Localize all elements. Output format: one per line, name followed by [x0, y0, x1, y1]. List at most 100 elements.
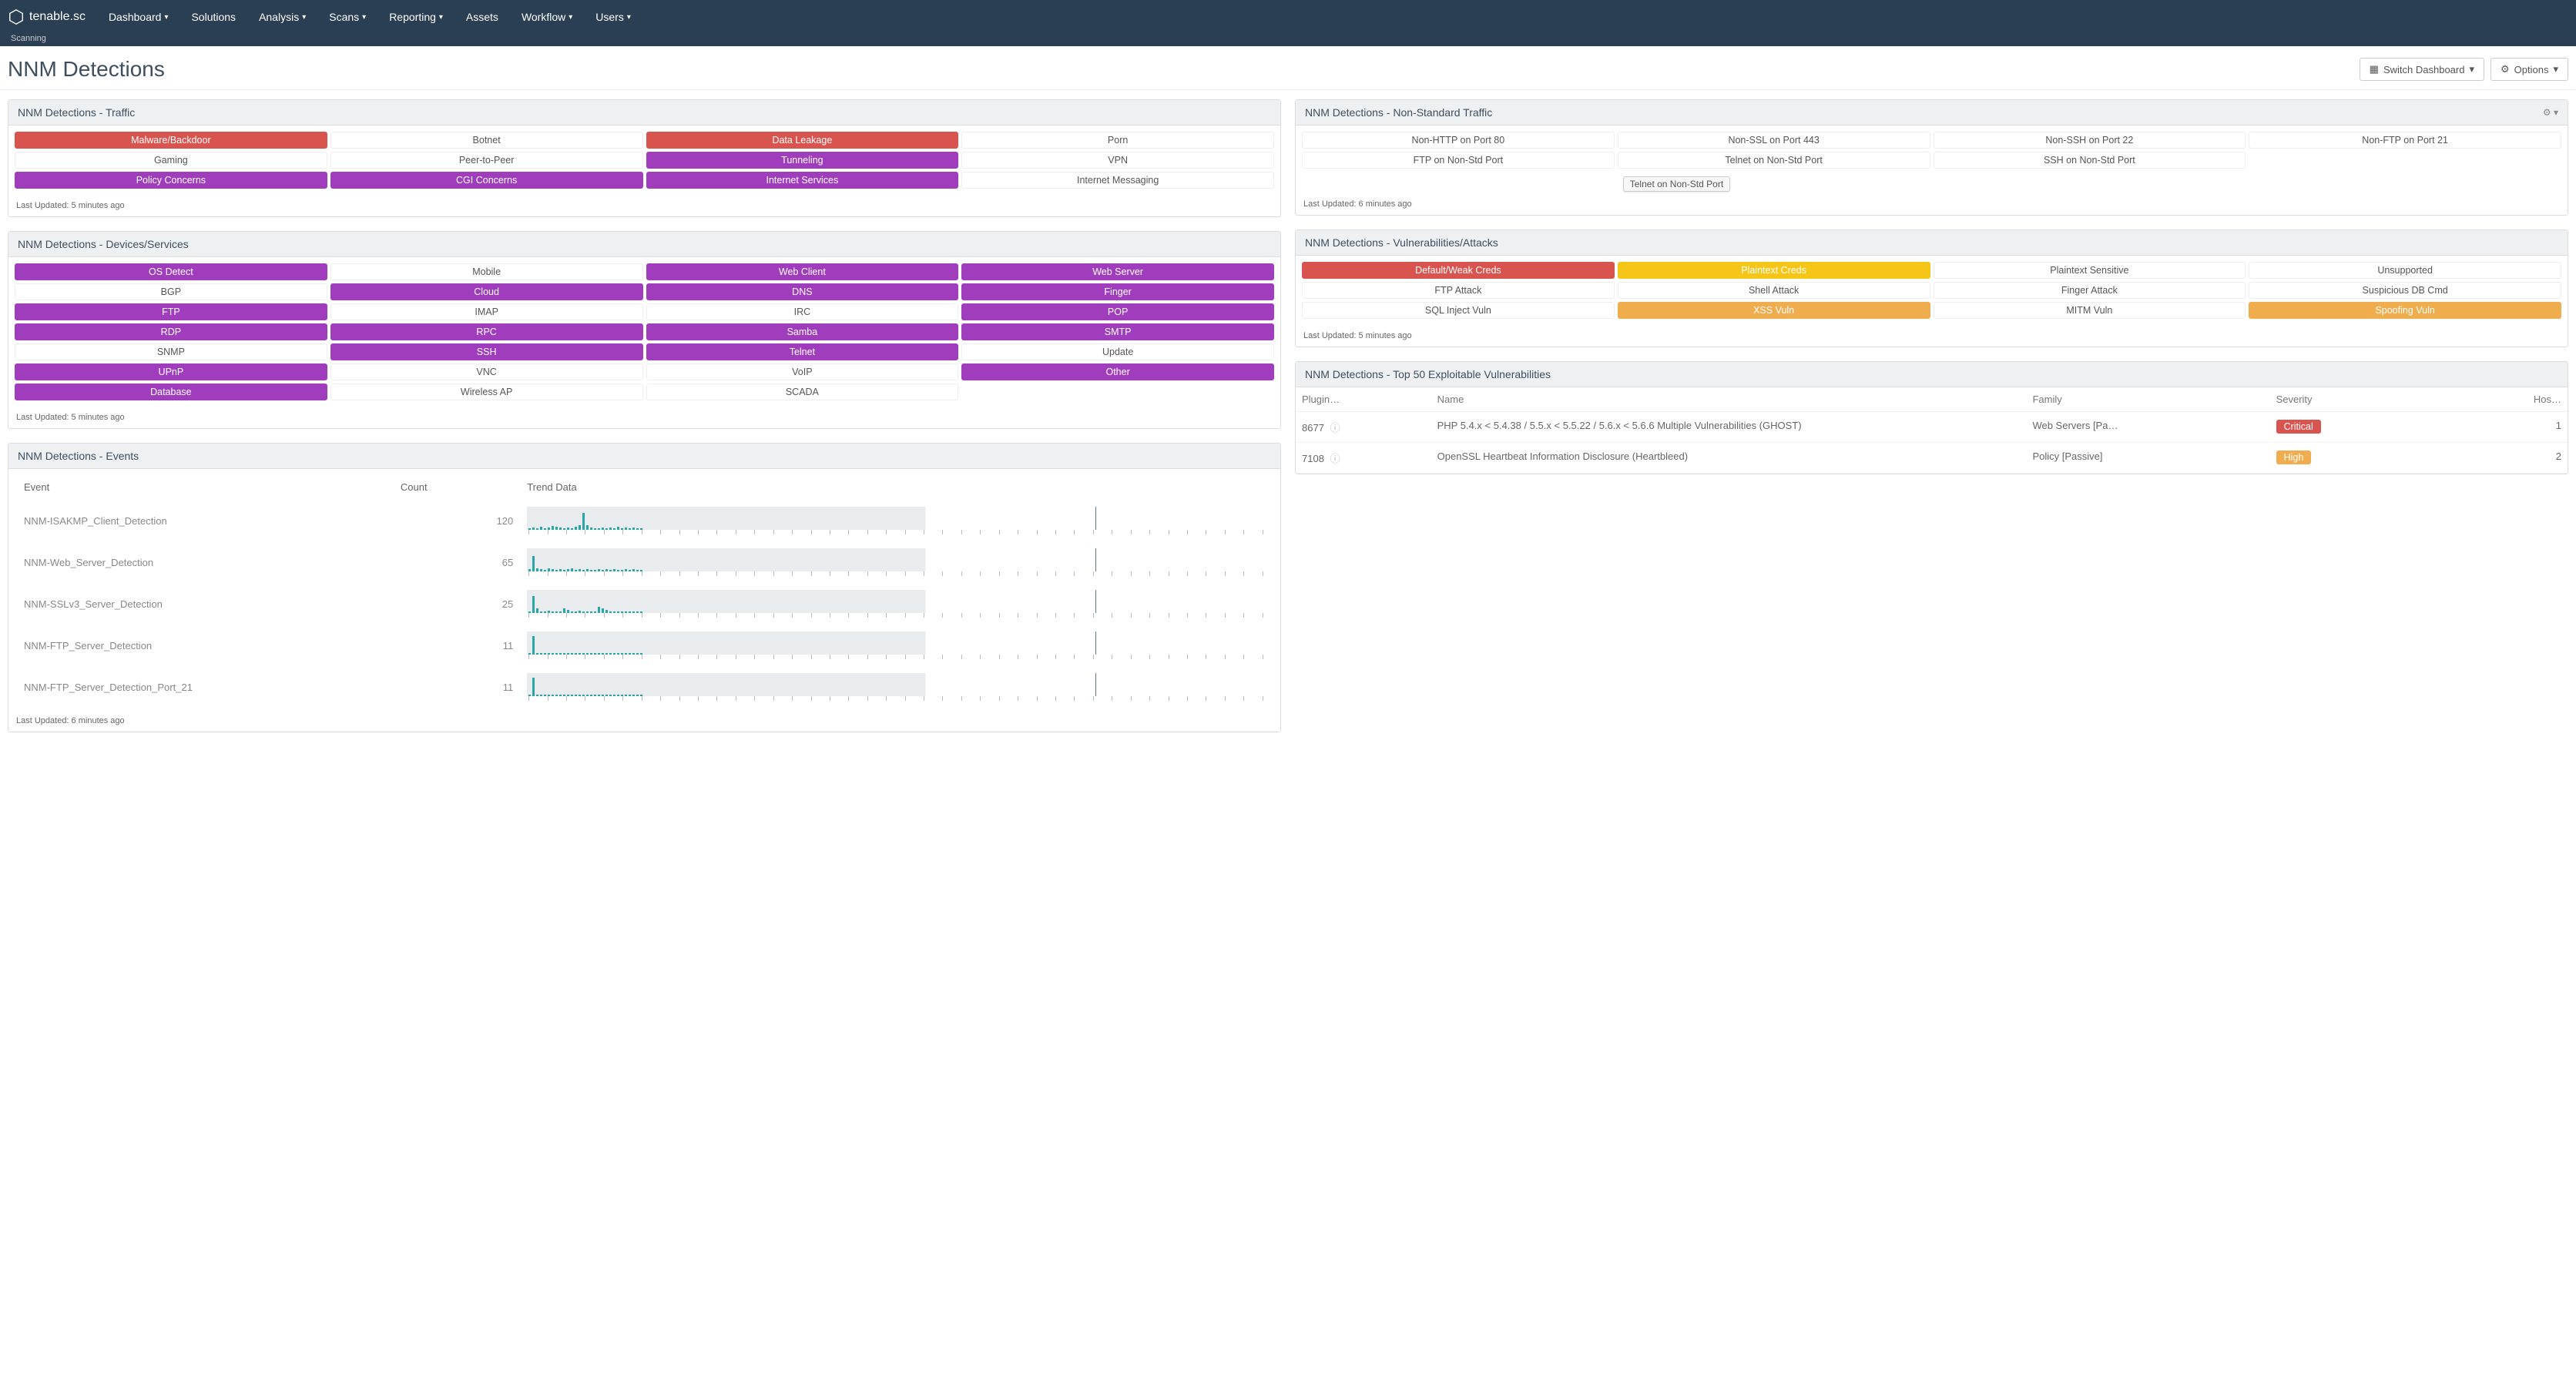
chip-smtp[interactable]: SMTP — [961, 323, 1274, 340]
chip-rdp[interactable]: RDP — [15, 323, 327, 340]
chip-database[interactable]: Database — [15, 384, 327, 400]
nav-item-dashboard[interactable]: Dashboard▾ — [98, 6, 179, 28]
card-title: NNM Detections - Devices/Services — [18, 238, 189, 250]
chip-suspicious-db-cmd[interactable]: Suspicious DB Cmd — [2249, 282, 2561, 299]
chip-spoofing-vuln[interactable]: Spoofing Vuln — [2249, 302, 2561, 319]
vuln-name: PHP 5.4.x < 5.4.38 / 5.5.x < 5.5.22 / 5.… — [1431, 412, 2027, 443]
chip-rpc[interactable]: RPC — [330, 323, 643, 340]
events-row[interactable]: NNM-ISAKMP_Client_Detection120 — [18, 501, 1271, 541]
chip-irc[interactable]: IRC — [646, 303, 959, 320]
event-name: NNM-Web_Server_Detection — [18, 542, 393, 582]
chip-data-leakage[interactable]: Data Leakage — [646, 132, 959, 149]
nav-item-analysis[interactable]: Analysis▾ — [248, 6, 317, 28]
chip-non-ssl-on-port-443[interactable]: Non-SSL on Port 443 — [1618, 132, 1930, 149]
card-gear-icon[interactable]: ⚙ ▾ — [2543, 107, 2558, 118]
event-count: 11 — [394, 667, 519, 707]
event-count: 65 — [394, 542, 519, 582]
chip-internet-services[interactable]: Internet Services — [646, 172, 959, 189]
chip-shell-attack[interactable]: Shell Attack — [1618, 282, 1930, 299]
chip-wireless-ap[interactable]: Wireless AP — [330, 384, 643, 400]
chip-telnet[interactable]: Telnet — [646, 343, 959, 360]
top50-col-header[interactable]: Family — [2026, 387, 2269, 412]
chip-xss-vuln[interactable]: XSS Vuln — [1618, 302, 1930, 319]
chip-vpn[interactable]: VPN — [961, 152, 1274, 169]
tenable-logo-icon — [8, 8, 25, 25]
events-row[interactable]: NNM-Web_Server_Detection65 — [18, 542, 1271, 582]
last-updated: Last Updated: 6 minutes ago — [1296, 196, 2568, 215]
events-row[interactable]: NNM-FTP_Server_Detection_Port_2111 — [18, 667, 1271, 707]
top50-col-header[interactable]: Plugin… — [1296, 387, 1431, 412]
top50-row[interactable]: 7108 ⓘOpenSSL Heartbeat Information Disc… — [1296, 443, 2568, 474]
chip-bgp[interactable]: BGP — [15, 283, 327, 300]
chip-dns[interactable]: DNS — [646, 283, 959, 300]
chip-policy-concerns[interactable]: Policy Concerns — [15, 172, 327, 189]
nav-item-users[interactable]: Users▾ — [585, 6, 642, 28]
chip-peer-to-peer[interactable]: Peer-to-Peer — [330, 152, 643, 169]
top50-col-header[interactable]: Severity — [2270, 387, 2460, 412]
chip-cloud[interactable]: Cloud — [330, 283, 643, 300]
chip-mobile[interactable]: Mobile — [330, 263, 643, 280]
caret-down-icon: ▾ — [627, 13, 631, 22]
info-icon[interactable]: ⓘ — [1330, 453, 1340, 464]
chip-imap[interactable]: IMAP — [330, 303, 643, 320]
top50-row[interactable]: 8677 ⓘPHP 5.4.x < 5.4.38 / 5.5.x < 5.5.2… — [1296, 412, 2568, 443]
chip-porn[interactable]: Porn — [961, 132, 1274, 149]
chip-os-detect[interactable]: OS Detect — [15, 263, 327, 280]
chip-web-server[interactable]: Web Server — [961, 263, 1274, 280]
chip-snmp[interactable]: SNMP — [15, 343, 327, 360]
chip-ftp[interactable]: FTP — [15, 303, 327, 320]
chip-samba[interactable]: Samba — [646, 323, 959, 340]
chip-voip[interactable]: VoIP — [646, 363, 959, 380]
chip-ssh-on-non-std-port[interactable]: SSH on Non-Std Port — [1934, 152, 2246, 169]
nav-label: Analysis — [259, 11, 299, 23]
options-button[interactable]: ⚙ Options ▾ — [2490, 58, 2568, 81]
chip-scada[interactable]: SCADA — [646, 384, 959, 400]
top50-col-header[interactable]: Name — [1431, 387, 2027, 412]
chip-gaming[interactable]: Gaming — [15, 152, 327, 169]
chip-telnet-on-non-std-port[interactable]: Telnet on Non-Std Port — [1618, 152, 1930, 169]
chip-cgi-concerns[interactable]: CGI Concerns — [330, 172, 643, 189]
chip-plaintext-sensitive[interactable]: Plaintext Sensitive — [1934, 262, 2246, 279]
chip-ftp-attack[interactable]: FTP Attack — [1302, 282, 1615, 299]
chip-ftp-on-non-std-port[interactable]: FTP on Non-Std Port — [1302, 152, 1615, 169]
chip-unsupported[interactable]: Unsupported — [2249, 262, 2561, 279]
chip-update[interactable]: Update — [961, 343, 1274, 360]
card-title: NNM Detections - Top 50 Exploitable Vuln… — [1305, 368, 1551, 380]
caret-down-icon: ▾ — [164, 13, 168, 22]
events-col-header[interactable]: Event — [18, 475, 393, 499]
chip-mitm-vuln[interactable]: MITM Vuln — [1934, 302, 2246, 319]
chip-sql-inject-vuln[interactable]: SQL Inject Vuln — [1302, 302, 1615, 319]
switch-dashboard-button[interactable]: ▦ Switch Dashboard ▾ — [2360, 58, 2484, 81]
card-events: NNM Detections - Events EventCountTrend … — [8, 443, 1281, 732]
chip-finger-attack[interactable]: Finger Attack — [1934, 282, 2246, 299]
chip-tunneling[interactable]: Tunneling — [646, 152, 959, 169]
chip-botnet[interactable]: Botnet — [330, 132, 643, 149]
chip-default-weak-creds[interactable]: Default/Weak Creds — [1302, 262, 1615, 279]
nav-item-assets[interactable]: Assets — [455, 6, 509, 28]
chip-plaintext-creds[interactable]: Plaintext Creds — [1618, 262, 1930, 279]
switch-dashboard-label: Switch Dashboard — [2383, 64, 2465, 75]
chip-other[interactable]: Other — [961, 363, 1274, 380]
info-icon[interactable]: ⓘ — [1330, 422, 1340, 434]
chip-upnp[interactable]: UPnP — [15, 363, 327, 380]
nav-item-reporting[interactable]: Reporting▾ — [378, 6, 454, 28]
chip-malware-backdoor[interactable]: Malware/Backdoor — [15, 132, 327, 149]
chip-internet-messaging[interactable]: Internet Messaging — [961, 172, 1274, 189]
nav-item-solutions[interactable]: Solutions — [180, 6, 247, 28]
chip-finger[interactable]: Finger — [961, 283, 1274, 300]
chip-non-ssh-on-port-22[interactable]: Non-SSH on Port 22 — [1934, 132, 2246, 149]
events-col-header[interactable]: Count — [394, 475, 519, 499]
nav-item-scans[interactable]: Scans▾ — [318, 6, 377, 28]
top50-col-header[interactable]: Hos… — [2459, 387, 2568, 412]
brand-logo[interactable]: tenable.sc — [8, 8, 86, 25]
events-col-header[interactable]: Trend Data — [521, 475, 1271, 499]
chip-non-ftp-on-port-21[interactable]: Non-FTP on Port 21 — [2249, 132, 2561, 149]
events-row[interactable]: NNM-SSLv3_Server_Detection25 — [18, 584, 1271, 624]
chip-pop[interactable]: POP — [961, 303, 1274, 320]
chip-non-http-on-port-80[interactable]: Non-HTTP on Port 80 — [1302, 132, 1615, 149]
events-row[interactable]: NNM-FTP_Server_Detection11 — [18, 625, 1271, 665]
chip-ssh[interactable]: SSH — [330, 343, 643, 360]
nav-item-workflow[interactable]: Workflow▾ — [511, 6, 583, 28]
chip-web-client[interactable]: Web Client — [646, 263, 959, 280]
chip-vnc[interactable]: VNC — [330, 363, 643, 380]
